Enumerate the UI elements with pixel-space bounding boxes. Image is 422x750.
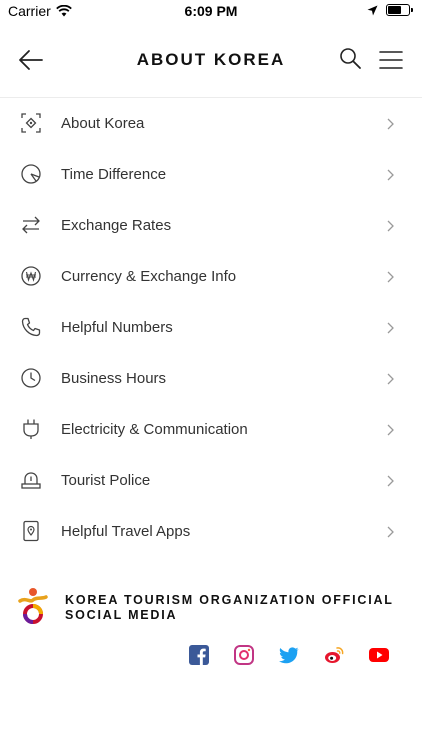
menu-item-label: Exchange Rates bbox=[61, 217, 172, 234]
about-korea-menu: About Korea Time Difference Exchange Rat… bbox=[0, 99, 422, 558]
menu-item-business-hours[interactable]: Business Hours bbox=[0, 354, 422, 405]
instagram-icon[interactable] bbox=[234, 645, 254, 665]
app-header: ABOUT KOREA bbox=[0, 22, 422, 98]
menu-item-label: Business Hours bbox=[61, 370, 167, 387]
clock-icon bbox=[21, 368, 41, 388]
youtube-icon[interactable] bbox=[369, 645, 389, 665]
chevron-right-icon bbox=[387, 526, 394, 538]
menu-item-label: Helpful Travel Apps bbox=[61, 523, 191, 540]
chevron-right-icon bbox=[387, 373, 394, 385]
chevron-right-icon bbox=[387, 424, 394, 436]
menu-item-electricity-communication[interactable]: Electricity & Communication bbox=[0, 405, 422, 456]
menu-item-about-korea[interactable]: About Korea bbox=[0, 99, 422, 150]
phone-icon bbox=[21, 317, 41, 337]
clock-pie-icon bbox=[21, 164, 41, 184]
social-links bbox=[189, 645, 389, 665]
chevron-right-icon bbox=[387, 220, 394, 232]
chevron-right-icon bbox=[387, 169, 394, 181]
weibo-icon[interactable] bbox=[324, 645, 344, 665]
menu-item-helpful-numbers[interactable]: Helpful Numbers bbox=[0, 303, 422, 354]
korea-tourism-logo bbox=[18, 588, 48, 624]
menu-item-tourist-police[interactable]: Tourist Police bbox=[0, 456, 422, 507]
battery-icon bbox=[386, 4, 413, 16]
chevron-right-icon bbox=[387, 475, 394, 487]
search-icon[interactable] bbox=[338, 46, 364, 72]
status-bar: Carrier 6:09 PM bbox=[0, 0, 422, 22]
menu-item-label: Currency & Exchange Info bbox=[61, 268, 237, 285]
menu-item-label: Helpful Numbers bbox=[61, 319, 173, 336]
menu-item-time-difference[interactable]: Time Difference bbox=[0, 150, 422, 201]
won-coin-icon bbox=[21, 266, 41, 286]
focus-frame-icon bbox=[21, 113, 41, 133]
chevron-right-icon bbox=[387, 322, 394, 334]
location-arrow-icon bbox=[367, 5, 378, 15]
menu-item-label: About Korea bbox=[61, 115, 145, 132]
menu-item-label: Time Difference bbox=[61, 166, 167, 183]
status-time: 6:09 PM bbox=[184, 3, 238, 19]
social-media-heading: KOREA TOURISM ORGANIZATION OFFICIAL SOCI… bbox=[65, 593, 394, 622]
facebook-icon[interactable] bbox=[189, 645, 209, 665]
menu-item-exchange-rates[interactable]: Exchange Rates bbox=[0, 201, 422, 252]
chevron-right-icon bbox=[387, 271, 394, 283]
hamburger-menu-icon[interactable] bbox=[378, 48, 404, 72]
battery-level bbox=[388, 6, 402, 14]
menu-item-helpful-travel-apps[interactable]: Helpful Travel Apps bbox=[0, 507, 422, 558]
menu-item-currency-exchange-info[interactable]: Currency & Exchange Info bbox=[0, 252, 422, 303]
phone-location-icon bbox=[23, 520, 39, 542]
status-right bbox=[367, 4, 413, 16]
plug-icon bbox=[23, 419, 39, 439]
swap-arrows-icon bbox=[22, 216, 40, 234]
menu-item-label: Tourist Police bbox=[61, 472, 151, 489]
menu-item-label: Electricity & Communication bbox=[61, 421, 248, 438]
police-siren-icon bbox=[21, 472, 41, 489]
twitter-icon[interactable] bbox=[279, 645, 299, 665]
chevron-right-icon bbox=[387, 118, 394, 130]
